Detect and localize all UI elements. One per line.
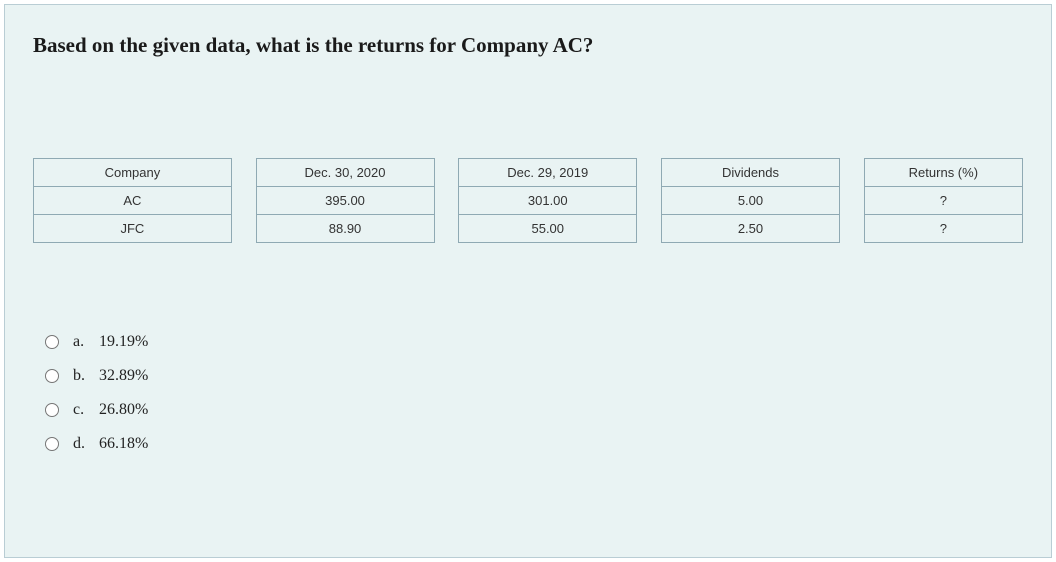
cell-2020: 395.00: [256, 187, 434, 215]
gap: [434, 187, 459, 215]
cell-div: 2.50: [661, 215, 839, 243]
option-c[interactable]: c. 26.80%: [45, 401, 1023, 419]
gap: [840, 159, 865, 187]
option-letter: d.: [73, 435, 99, 453]
gap: [637, 159, 662, 187]
cell-2020: 88.90: [256, 215, 434, 243]
cell-2019: 55.00: [459, 215, 637, 243]
table-row: JFC 88.90 55.00 2.50 ?: [34, 215, 1023, 243]
option-text: 66.18%: [99, 435, 148, 453]
gap: [231, 159, 256, 187]
question-text: Based on the given data, what is the ret…: [33, 33, 1023, 58]
gap: [434, 159, 459, 187]
data-table: Company Dec. 30, 2020 Dec. 29, 2019 Divi…: [33, 158, 1023, 243]
table-header-row: Company Dec. 30, 2020 Dec. 29, 2019 Divi…: [34, 159, 1023, 187]
option-letter: c.: [73, 401, 99, 419]
header-dividends: Dividends: [661, 159, 839, 187]
question-card: Based on the given data, what is the ret…: [4, 4, 1052, 558]
cell-company: AC: [34, 187, 232, 215]
option-a[interactable]: a. 19.19%: [45, 333, 1023, 351]
option-d[interactable]: d. 66.18%: [45, 435, 1023, 453]
header-company: Company: [34, 159, 232, 187]
table-row: AC 395.00 301.00 5.00 ?: [34, 187, 1023, 215]
option-text: 32.89%: [99, 367, 148, 385]
gap: [840, 187, 865, 215]
radio-d[interactable]: [45, 437, 59, 451]
header-date-2020: Dec. 30, 2020: [256, 159, 434, 187]
cell-2019: 301.00: [459, 187, 637, 215]
option-letter: b.: [73, 367, 99, 385]
gap: [840, 215, 865, 243]
options-group: a. 19.19% b. 32.89% c. 26.80% d. 66.18%: [33, 333, 1023, 453]
cell-returns: ?: [864, 215, 1022, 243]
header-returns: Returns (%): [864, 159, 1022, 187]
cell-returns: ?: [864, 187, 1022, 215]
gap: [231, 187, 256, 215]
cell-div: 5.00: [661, 187, 839, 215]
radio-c[interactable]: [45, 403, 59, 417]
option-letter: a.: [73, 333, 99, 351]
radio-a[interactable]: [45, 335, 59, 349]
option-b[interactable]: b. 32.89%: [45, 367, 1023, 385]
gap: [637, 215, 662, 243]
header-date-2019: Dec. 29, 2019: [459, 159, 637, 187]
option-text: 26.80%: [99, 401, 148, 419]
gap: [231, 215, 256, 243]
gap: [637, 187, 662, 215]
radio-b[interactable]: [45, 369, 59, 383]
option-text: 19.19%: [99, 333, 148, 351]
gap: [434, 215, 459, 243]
cell-company: JFC: [34, 215, 232, 243]
